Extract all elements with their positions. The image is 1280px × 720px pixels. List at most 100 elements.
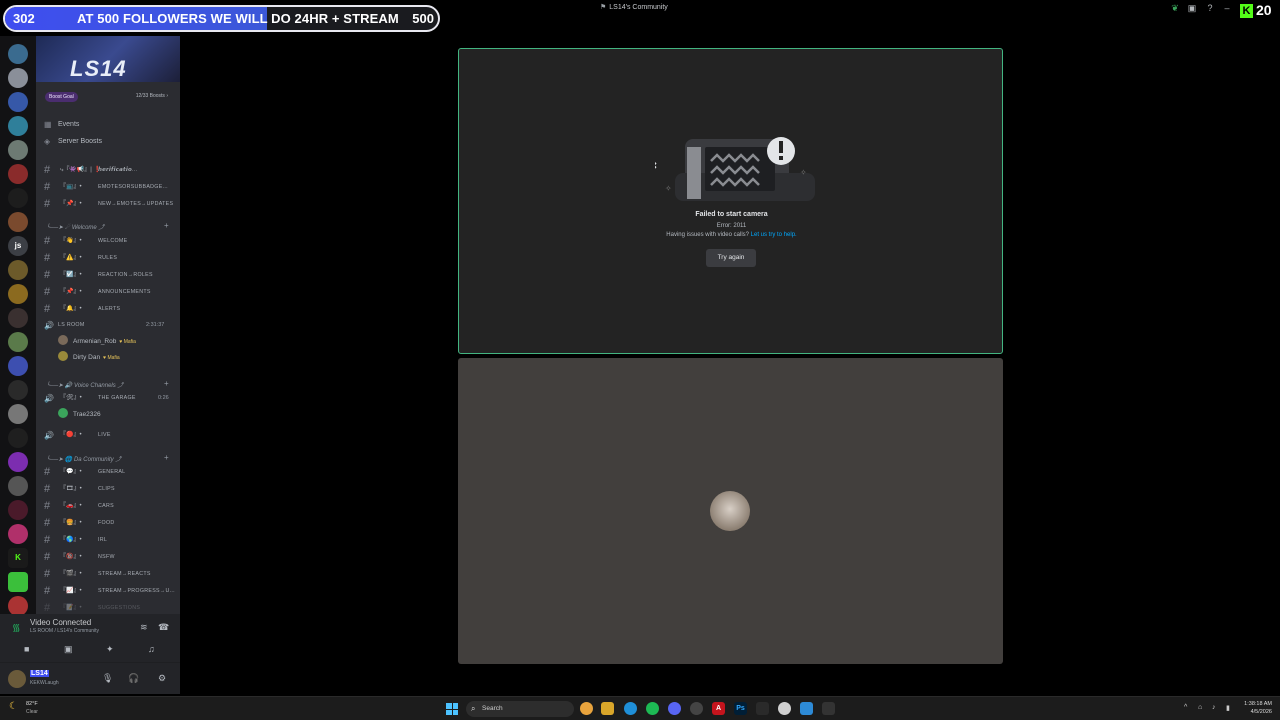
- user-avatar[interactable]: [8, 670, 26, 688]
- voice-channel[interactable]: 🔊 LS ROOM 2:31:37: [36, 317, 180, 334]
- server-icon-18[interactable]: [8, 452, 28, 472]
- camera-error-code: Error: 2011: [716, 223, 747, 229]
- server-icon-11[interactable]: [8, 284, 28, 304]
- disconnect-icon[interactable]: ☎: [158, 622, 169, 633]
- server-boosts-link[interactable]: ◈ Server Boosts: [36, 133, 180, 150]
- text-channel[interactable]: # 『🚗』• CARS: [36, 498, 180, 515]
- voice-location[interactable]: LS ROOM / LS14's Community: [30, 628, 99, 634]
- obs-app-icon[interactable]: [690, 702, 703, 715]
- text-channel[interactable]: # 『🎞』• CLIPS: [36, 481, 180, 498]
- member-avatar: [58, 408, 68, 418]
- text-channel[interactable]: # 『🎬』• STREAM→REACTS: [36, 566, 180, 583]
- server-icon-15[interactable]: [8, 380, 28, 400]
- app-icon-circle[interactable]: [778, 702, 791, 715]
- headphones-icon[interactable]: 🎧: [128, 673, 139, 684]
- text-channel[interactable]: # 『🔔』• ALERTS: [36, 301, 180, 318]
- server-icon-13[interactable]: [8, 332, 28, 352]
- try-again-button[interactable]: Try again: [706, 249, 756, 267]
- server-icon-17[interactable]: [8, 428, 28, 448]
- server-icon-6[interactable]: [8, 164, 28, 184]
- server-banner[interactable]: LS14: [36, 36, 180, 82]
- server-icon-14[interactable]: [8, 356, 28, 376]
- acrobat-app-icon[interactable]: A: [712, 702, 725, 715]
- add-channel-icon[interactable]: +: [164, 221, 169, 230]
- screen-share-icon[interactable]: ▣: [64, 644, 73, 655]
- text-channel[interactable]: # 『🍔』• FOOD: [36, 515, 180, 532]
- tray-volume-icon[interactable]: ♪: [1212, 704, 1216, 711]
- terminal-app-icon[interactable]: [756, 702, 769, 715]
- server-icon-16[interactable]: [8, 404, 28, 424]
- server-icon-5[interactable]: [8, 140, 28, 160]
- noise-suppression-icon[interactable]: ≋: [140, 622, 148, 633]
- server-icon-21[interactable]: [8, 524, 28, 544]
- discord-app-icon[interactable]: [668, 702, 681, 715]
- app-icon-tool[interactable]: [822, 702, 835, 715]
- spotify-app-icon[interactable]: [646, 702, 659, 715]
- text-channel[interactable]: # 『📺』• EMOTESORSUBBADGE...: [36, 179, 180, 196]
- category-voice-channels[interactable]: ╰──➤ 🔊 Voice Channels ⤴ +: [46, 379, 169, 389]
- tray-chevron-icon[interactable]: ^: [1184, 704, 1187, 711]
- text-channel[interactable]: # 『🌎』• IRL: [36, 532, 180, 549]
- text-channel[interactable]: # 『📌』• NEW→EMOTES→UPDATES: [36, 196, 180, 213]
- photoshop-app-icon[interactable]: Ps: [734, 702, 747, 715]
- add-channel-icon[interactable]: +: [164, 453, 169, 462]
- hashtag-icon: #: [44, 181, 51, 193]
- nitro-leaf-icon[interactable]: ❦: [1170, 3, 1180, 13]
- text-channel[interactable]: # ⤷『👾📢』| ❗ 𝙝𝙚𝙧𝙞𝙛𝙞𝙘𝙖𝙩𝙞𝙤...: [36, 162, 180, 179]
- server-icon-23[interactable]: [8, 572, 28, 592]
- server-icon-4[interactable]: [8, 116, 28, 136]
- taskbar-search[interactable]: ⌕ Search: [466, 701, 574, 717]
- server-icon-8[interactable]: [8, 212, 28, 232]
- tray-network-icon[interactable]: ⌂: [1198, 704, 1202, 711]
- text-channel[interactable]: # 『⚠️』• RULES: [36, 250, 180, 267]
- inbox-icon[interactable]: ▣: [1187, 3, 1197, 13]
- boost-goal-bar[interactable]: Boost Goal 12/33 Boosts ›: [42, 90, 174, 104]
- participant-tile[interactable]: [458, 358, 1003, 664]
- voice-channel[interactable]: 🔊 『🔴』• LIVE: [36, 427, 180, 444]
- windows-start-icon[interactable]: [446, 703, 458, 715]
- text-channel[interactable]: # 『📈』• STREAM→PROGRESS→U...: [36, 583, 180, 600]
- voice-member[interactable]: Trae2326: [58, 408, 101, 422]
- category-community[interactable]: ╰──➤ 🌐 Da Community ⤴ +: [46, 453, 169, 463]
- add-channel-icon[interactable]: +: [164, 379, 169, 388]
- server-icon-1[interactable]: [8, 44, 28, 64]
- voice-channel[interactable]: 🔊 『🛠』• THE GARAGE 0:26: [36, 390, 180, 407]
- edge-app-icon[interactable]: [624, 702, 637, 715]
- server-icon-20[interactable]: [8, 500, 28, 520]
- chrome-app-icon[interactable]: [580, 702, 593, 715]
- voice-member[interactable]: Armenian_Rob ♥ Mafia: [58, 335, 136, 349]
- activities-icon[interactable]: ✦: [106, 644, 114, 655]
- category-welcome[interactable]: ╰──➤ ☄ Welcome ⤴ +: [46, 221, 169, 231]
- minimize-icon[interactable]: –: [1222, 3, 1232, 13]
- server-icon-js[interactable]: js: [8, 236, 28, 256]
- taskbar-clock[interactable]: 1:38:18 AM 4/5/2026: [1238, 700, 1272, 716]
- text-channel[interactable]: # 『📌』• ANNOUNCEMENTS: [36, 284, 180, 301]
- server-icon-7[interactable]: [8, 188, 28, 208]
- server-icon-kick[interactable]: K: [8, 548, 28, 568]
- text-channel[interactable]: # 『🔞』• NSFW: [36, 549, 180, 566]
- camera-icon[interactable]: ■: [24, 644, 29, 654]
- text-channel[interactable]: # 『💬』• GENERAL: [36, 464, 180, 481]
- server-icon-19[interactable]: [8, 476, 28, 496]
- file-explorer-icon[interactable]: [601, 702, 614, 715]
- server-icon-10[interactable]: [8, 260, 28, 280]
- tray-battery-icon[interactable]: ▮: [1226, 704, 1230, 712]
- app-icon-photos[interactable]: [800, 702, 813, 715]
- server-icon-24[interactable]: [8, 596, 28, 616]
- settings-gear-icon[interactable]: ⚙: [158, 673, 166, 684]
- soundboard-icon[interactable]: ♫: [148, 644, 155, 654]
- server-icon-12[interactable]: [8, 308, 28, 328]
- server-icon-3[interactable]: [8, 92, 28, 112]
- text-channel[interactable]: # 『👋』• WELCOME: [36, 233, 180, 250]
- help-icon[interactable]: ?: [1205, 3, 1215, 13]
- voice-member[interactable]: Dirty Dan ♥ Mafia: [58, 351, 120, 365]
- help-link[interactable]: Let us try to help.: [751, 232, 797, 238]
- hashtag-icon: #: [44, 483, 51, 495]
- microphone-icon[interactable]: 🎙: [102, 673, 113, 684]
- user-name[interactable]: LS14: [30, 670, 49, 677]
- events-link[interactable]: ▦ Events: [36, 116, 180, 133]
- weather-moon-icon[interactable]: ☾: [9, 701, 18, 712]
- server-icon-2[interactable]: [8, 68, 28, 88]
- text-channel[interactable]: # 『☑️』• REACTION→ROLES: [36, 267, 180, 284]
- kick-logo-icon: K: [1240, 4, 1253, 18]
